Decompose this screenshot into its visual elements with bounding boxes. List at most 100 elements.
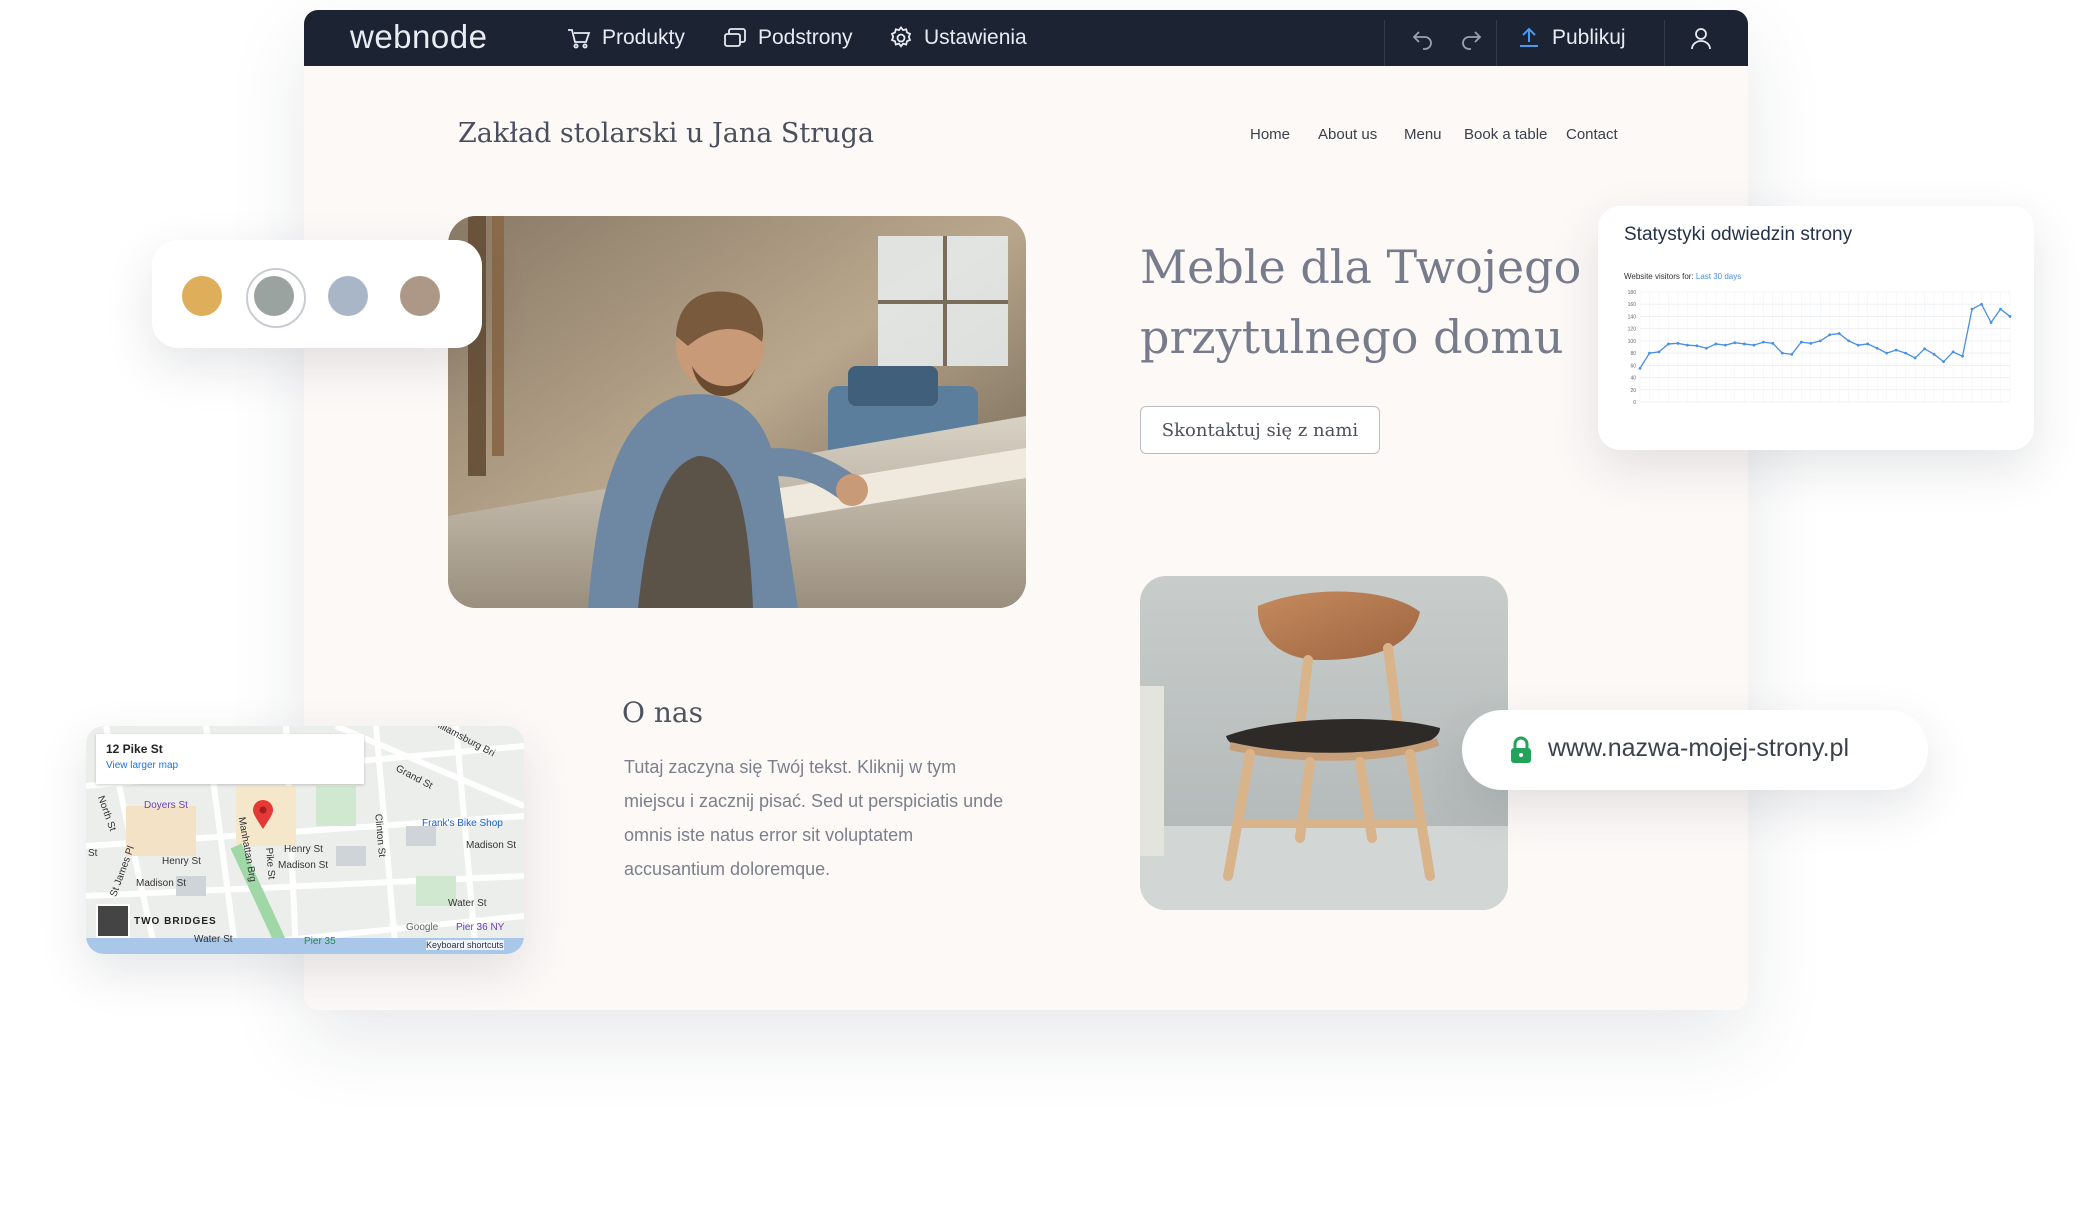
map-label: Henry St xyxy=(162,856,201,867)
nav-home[interactable]: Home xyxy=(1250,126,1290,143)
data-point[interactable] xyxy=(1771,341,1775,345)
data-point[interactable] xyxy=(1818,339,1822,343)
data-point[interactable] xyxy=(1932,352,1936,356)
data-point[interactable] xyxy=(1714,342,1718,346)
color-swatch[interactable] xyxy=(182,276,222,316)
data-point[interactable] xyxy=(1648,351,1651,355)
data-point[interactable] xyxy=(1695,344,1699,348)
about-heading[interactable]: O nas xyxy=(622,696,703,729)
data-point[interactable] xyxy=(1638,366,1642,370)
data-point[interactable] xyxy=(1790,352,1794,356)
data-point[interactable] xyxy=(1866,342,1870,346)
hero-heading[interactable]: Meble dla Twojego przytulnego domu xyxy=(1140,232,1600,372)
data-point[interactable] xyxy=(1961,354,1964,358)
toolbar-settings-button[interactable]: Ustawienia xyxy=(888,10,1027,66)
publish-button[interactable]: Publikuj xyxy=(1516,10,1626,66)
y-tick-label: 0 xyxy=(1633,400,1636,406)
chair-photo[interactable] xyxy=(1140,576,1508,910)
map-label: Madison St xyxy=(278,860,329,871)
data-point[interactable] xyxy=(1686,343,1689,347)
toolbar-divider xyxy=(1384,20,1385,66)
data-point[interactable] xyxy=(1705,346,1708,350)
data-point[interactable] xyxy=(1752,343,1756,347)
map-satellite-toggle[interactable] xyxy=(96,904,130,938)
carpenter-photo[interactable] xyxy=(448,216,1026,608)
pages-icon xyxy=(724,28,746,47)
google-logo: Google xyxy=(406,922,439,933)
map-address: 12 Pike St xyxy=(106,742,163,756)
data-point[interactable] xyxy=(1875,346,1879,350)
data-point[interactable] xyxy=(1780,351,1784,355)
data-point[interactable] xyxy=(2008,315,2012,318)
data-point[interactable] xyxy=(1809,341,1813,345)
map-label: Madison St xyxy=(466,840,517,851)
data-point[interactable] xyxy=(1885,351,1889,355)
data-point[interactable] xyxy=(1667,342,1670,346)
y-tick-label: 140 xyxy=(1628,314,1637,320)
data-point[interactable] xyxy=(1676,341,1680,345)
publish-label: Publikuj xyxy=(1552,26,1626,49)
about-text[interactable]: Tutaj zaczyna się Twój tekst. Kliknij w … xyxy=(624,750,1004,886)
redo-icon[interactable] xyxy=(1458,25,1484,51)
undo-icon[interactable] xyxy=(1410,25,1436,51)
y-tick-label: 40 xyxy=(1630,376,1636,382)
contact-cta-button[interactable]: Skontaktuj się z nami xyxy=(1140,406,1380,454)
data-point[interactable] xyxy=(1923,347,1927,351)
chair-illustration xyxy=(1140,576,1508,910)
color-swatch[interactable] xyxy=(400,276,440,316)
data-point[interactable] xyxy=(1951,350,1955,354)
nav-about[interactable]: About us xyxy=(1318,126,1377,143)
cart-icon xyxy=(568,29,591,49)
data-point[interactable] xyxy=(1999,307,2002,311)
map-card[interactable]: 12 Pike St View larger map Doyers St Wil… xyxy=(86,726,524,954)
webnode-logo[interactable]: webnode xyxy=(350,18,487,56)
data-point[interactable] xyxy=(1733,341,1737,345)
y-tick-label: 180 xyxy=(1628,290,1637,296)
color-swatch-selected[interactable] xyxy=(246,268,306,328)
toolbar-divider xyxy=(1664,20,1665,66)
data-point[interactable] xyxy=(1799,340,1803,344)
map-label: Pier 35 xyxy=(304,936,336,947)
color-swatch[interactable] xyxy=(328,276,368,316)
view-larger-map-link[interactable]: View larger map xyxy=(106,760,178,771)
y-tick-label: 80 xyxy=(1630,351,1636,357)
data-point[interactable] xyxy=(1970,307,1974,311)
data-point[interactable] xyxy=(1837,332,1841,335)
toolbar-pages-button[interactable]: Podstrony xyxy=(722,10,853,66)
gear-icon xyxy=(890,26,912,48)
map-label: Water St xyxy=(448,898,487,909)
data-point[interactable] xyxy=(1904,351,1908,355)
data-point[interactable] xyxy=(1980,302,1983,306)
nav-book[interactable]: Book a table xyxy=(1464,126,1547,143)
data-point[interactable] xyxy=(1761,340,1765,344)
data-point[interactable] xyxy=(1989,321,1993,324)
user-icon[interactable] xyxy=(1688,25,1714,51)
data-point[interactable] xyxy=(1847,339,1851,343)
visitors-series-line xyxy=(1639,303,2011,369)
map-pin-icon[interactable] xyxy=(252,800,274,830)
data-point[interactable] xyxy=(1856,343,1860,347)
data-point[interactable] xyxy=(1913,356,1917,360)
y-tick-label: 60 xyxy=(1630,363,1636,369)
data-point[interactable] xyxy=(1723,343,1727,347)
products-label: Produkty xyxy=(602,26,685,49)
data-point[interactable] xyxy=(1657,350,1661,354)
visitor-stats-card: Statystyki odwiedzin strony Website visi… xyxy=(1598,206,2034,450)
y-tick-label: 100 xyxy=(1628,339,1637,345)
nav-contact[interactable]: Contact xyxy=(1566,126,1618,143)
data-point[interactable] xyxy=(1828,333,1832,337)
domain-url-pill[interactable]: www.nazwa-mojej-strony.pl xyxy=(1462,710,1928,790)
data-point[interactable] xyxy=(1942,360,1945,364)
y-tick-label: 120 xyxy=(1628,327,1637,333)
data-point[interactable] xyxy=(1742,342,1746,346)
nav-menu[interactable]: Menu xyxy=(1404,126,1442,143)
visitors-line-chart: 180 160 140 120 100 80 60 40 20 0 xyxy=(1628,290,2012,406)
keyboard-shortcuts-link[interactable]: Keyboard shortcuts xyxy=(426,940,504,950)
stats-range-dropdown[interactable]: Last 30 days xyxy=(1696,272,1741,281)
site-title[interactable]: Zakład stolarski u Jana Struga xyxy=(458,118,874,149)
toolbar-products-button[interactable]: Produkty xyxy=(566,10,685,66)
pages-label: Podstrony xyxy=(758,26,853,49)
settings-label: Ustawienia xyxy=(924,26,1027,49)
y-tick-label: 20 xyxy=(1630,388,1636,394)
data-point[interactable] xyxy=(1894,348,1898,352)
